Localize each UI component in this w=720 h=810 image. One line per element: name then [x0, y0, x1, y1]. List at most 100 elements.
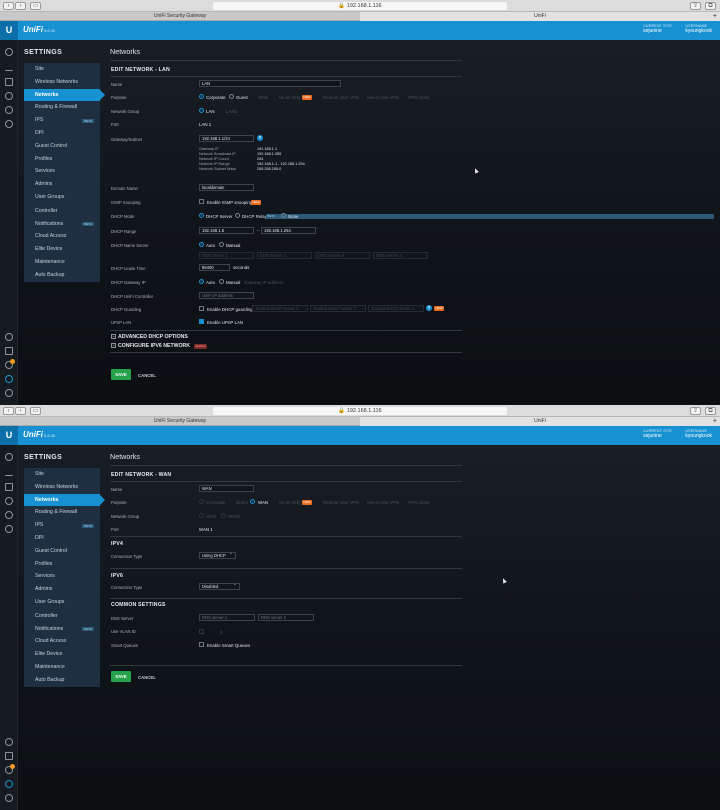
smart-queues-checkbox[interactable]	[199, 642, 204, 647]
sidebar-item-guest-control[interactable]: Guest Control	[24, 140, 100, 153]
dhcp-server-radio[interactable]	[199, 213, 204, 218]
sidebar-item-maintenance[interactable]: Maintenance	[24, 661, 100, 674]
address-bar[interactable]: 🔒 192.168.1.116	[213, 2, 507, 10]
clients-icon[interactable]	[5, 511, 13, 519]
tab-unifi[interactable]: UniFi	[360, 12, 720, 21]
upnp-checkbox[interactable]	[199, 319, 204, 324]
devices-icon[interactable]	[5, 92, 13, 100]
purpose-corporate-radio[interactable]	[199, 499, 204, 504]
info-icon[interactable]	[5, 333, 13, 341]
site-selector[interactable]: CURRENT SITE sejunine	[643, 429, 672, 439]
map-icon[interactable]	[5, 78, 13, 86]
dhcp-guarding-checkbox[interactable]	[199, 306, 204, 311]
forward-icon[interactable]: ›	[15, 407, 26, 415]
dns-server-2-input[interactable]: DNS server 2	[258, 614, 314, 621]
ipv6-toggle[interactable]: CONFIGURE IPV6 NETWORK	[118, 343, 190, 349]
sidebar-item-networks[interactable]: Networks	[24, 88, 105, 102]
help-icon[interactable]: ?	[257, 135, 263, 141]
address-bar[interactable]: 🔒 192.168.1.116	[213, 407, 507, 415]
settings-icon[interactable]	[5, 375, 13, 383]
tabs-overview-icon[interactable]: ⧉	[705, 407, 716, 415]
info-icon[interactable]	[5, 738, 13, 746]
save-button[interactable]: SAVE	[111, 369, 131, 380]
map-icon[interactable]	[5, 483, 13, 491]
gateway-manual-radio[interactable]	[219, 279, 224, 284]
statistics-icon[interactable]	[5, 468, 13, 476]
purpose-corporate-radio[interactable]	[199, 94, 204, 99]
vlan-id-checkbox[interactable]	[199, 629, 204, 634]
sidebar-item-profiles[interactable]: Profiles	[24, 558, 100, 571]
chat-icon[interactable]	[5, 794, 13, 802]
back-icon[interactable]: ‹	[3, 2, 14, 10]
sidebar-item-maintenance[interactable]: Maintenance	[24, 256, 100, 269]
sidebar-item-routing-firewall[interactable]: Routing & Firewall	[24, 506, 100, 519]
group-wan2-radio[interactable]	[221, 513, 226, 518]
purpose-guest-radio[interactable]	[229, 94, 234, 99]
dns-server-1-input[interactable]: DNS Server 1	[199, 252, 254, 259]
sidebar-item-services[interactable]: Services	[24, 165, 100, 178]
sidebar-item-wireless-networks[interactable]: Wireless Networks	[24, 481, 100, 494]
sidebar-toggle-icon[interactable]: ▭	[30, 2, 41, 10]
dns-server-2-input[interactable]: DNS Server 2	[257, 252, 312, 259]
trusted-dhcp-3-input[interactable]: Trusted DHCP server 3	[368, 305, 424, 312]
group-lan-radio[interactable]	[199, 108, 204, 113]
ubiquiti-logo-icon[interactable]: U	[0, 21, 18, 40]
sidebar-item-admins[interactable]: Admins	[24, 583, 100, 596]
unifi-controller-input[interactable]: UniFi IP address	[199, 292, 254, 299]
trusted-dhcp-2-input[interactable]: Trusted DHCP server 2	[310, 305, 366, 312]
site-selector[interactable]: CURRENT SITE sejunine	[643, 24, 672, 34]
tab-usg[interactable]: UniFi Security Gateway	[0, 12, 360, 21]
sidebar-item-profiles[interactable]: Profiles	[24, 153, 100, 166]
sidebar-item-controller[interactable]: Controller	[24, 205, 100, 218]
gateway-auto-radio[interactable]	[199, 279, 204, 284]
sidebar-item-auto-backup[interactable]: Auto Backup	[24, 674, 100, 687]
help-icon[interactable]: ?	[426, 305, 432, 311]
events-icon[interactable]	[5, 752, 13, 760]
gateway-subnet-input[interactable]: 192.168.1.1/24	[199, 135, 254, 142]
sidebar-item-routing-firewall[interactable]: Routing & Firewall	[24, 101, 100, 114]
name-input[interactable]: LAN	[199, 80, 341, 87]
expand-icon[interactable]: +	[111, 343, 116, 348]
sidebar-item-dpi[interactable]: DPI	[24, 532, 100, 545]
sidebar-item-site[interactable]: Site	[24, 63, 100, 76]
domain-name-input[interactable]: localdomain	[199, 184, 254, 191]
share-icon[interactable]: ⇪	[690, 407, 701, 415]
devices-icon[interactable]	[5, 497, 13, 505]
forward-icon[interactable]: ›	[15, 2, 26, 10]
clients-icon[interactable]	[5, 106, 13, 114]
share-icon[interactable]: ⇪	[690, 2, 701, 10]
group-wan-radio[interactable]	[199, 513, 204, 518]
sidebar-toggle-icon[interactable]: ▭	[30, 407, 41, 415]
ubiquiti-logo-icon[interactable]: U	[0, 426, 18, 445]
new-tab-button[interactable]: +	[713, 12, 717, 21]
new-tab-button[interactable]: +	[713, 417, 717, 426]
sidebar-item-wireless-networks[interactable]: Wireless Networks	[24, 76, 100, 89]
cancel-button[interactable]: CANCEL	[138, 373, 156, 378]
dns-server-4-input[interactable]: DNS Server 4	[373, 252, 428, 259]
tab-usg[interactable]: UniFi Security Gateway	[0, 417, 360, 426]
dns-server-1-input[interactable]: DNS server 1	[199, 614, 255, 621]
sidebar-item-auto-backup[interactable]: Auto Backup	[24, 269, 100, 282]
user-menu[interactable]: USERNAME kyoungkook	[685, 429, 712, 439]
sidebar-item-dpi[interactable]: DPI	[24, 127, 100, 140]
sidebar-item-elite-device[interactable]: Elite Device	[24, 243, 100, 256]
sidebar-item-services[interactable]: Services	[24, 570, 100, 583]
settings-icon[interactable]	[5, 780, 13, 788]
dns-auto-radio[interactable]	[199, 242, 204, 247]
dns-manual-radio[interactable]	[219, 242, 224, 247]
chat-icon[interactable]	[5, 389, 13, 397]
insights-icon[interactable]	[5, 120, 13, 128]
dhcp-relay-radio[interactable]	[235, 213, 240, 218]
sidebar-item-ips[interactable]: IPS BETA	[24, 114, 100, 127]
sidebar-item-controller[interactable]: Controller	[24, 610, 100, 623]
dhcp-range-end-input[interactable]: 192.168.1.254	[261, 227, 316, 234]
sidebar-item-notifications[interactable]: Notifications BETA	[24, 218, 100, 231]
sidebar-item-ips[interactable]: IPS BETA	[24, 519, 100, 532]
purpose-wan-radio[interactable]	[250, 499, 255, 504]
sidebar-item-user-groups[interactable]: User Groups	[24, 191, 100, 204]
igmp-checkbox[interactable]	[199, 199, 204, 204]
insights-icon[interactable]	[5, 525, 13, 533]
sidebar-item-cloud-access[interactable]: Cloud Access	[24, 635, 100, 648]
sidebar-item-guest-control[interactable]: Guest Control	[24, 545, 100, 558]
dashboard-icon[interactable]	[5, 453, 13, 461]
